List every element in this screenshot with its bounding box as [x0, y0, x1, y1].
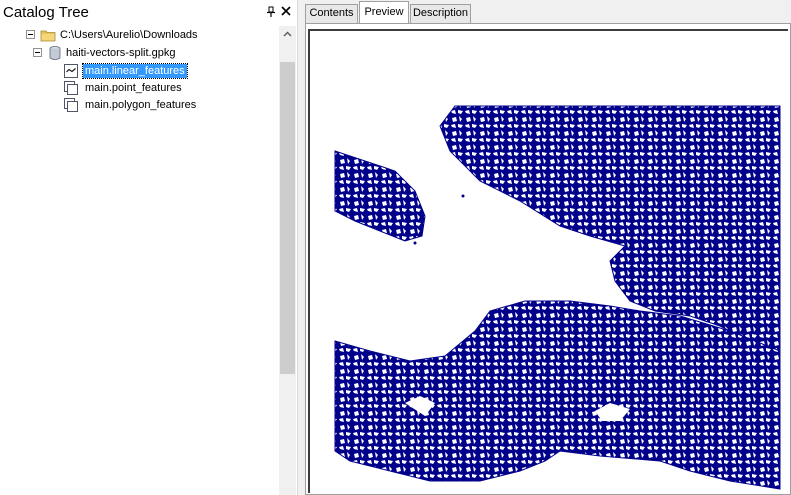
line-feature-class-icon [64, 64, 78, 78]
tree-item-label: main.point_features [85, 82, 182, 94]
feature-class-icon [64, 81, 78, 95]
pin-icon[interactable] [266, 6, 276, 18]
catalog-tree-title: Catalog Tree [3, 4, 89, 21]
collapse-toggle-icon[interactable] [33, 48, 42, 57]
feature-class-icon [64, 98, 78, 112]
map-preview[interactable] [308, 29, 788, 493]
map-islet [413, 241, 417, 245]
preview-panel [305, 23, 791, 495]
map-features-layer [334, 105, 781, 490]
catalog-tree-pane: Catalog Tree C:\Users\Aurelio\Downloads … [0, 0, 297, 495]
tree-item-linear-features[interactable]: main.linear_features [0, 63, 270, 79]
tree-item-geopackage[interactable]: haiti-vectors-split.gpkg [0, 45, 270, 61]
tab-description[interactable]: Description [410, 4, 471, 23]
tree-item-point-features[interactable]: main.point_features [0, 80, 270, 96]
scrollbar-thumb[interactable] [280, 62, 295, 374]
catalog-tree: C:\Users\Aurelio\Downloads haiti-vectors… [0, 26, 279, 495]
view-tab-strip: Contents Preview Description [305, 0, 791, 24]
collapse-toggle-icon[interactable] [26, 30, 35, 39]
map-landmass-west [334, 150, 426, 242]
tree-item-label: C:\Users\Aurelio\Downloads [60, 29, 198, 41]
pane-splitter[interactable] [297, 0, 305, 495]
tab-preview[interactable]: Preview [359, 1, 409, 24]
folder-icon [40, 30, 56, 42]
tree-item-label: haiti-vectors-split.gpkg [66, 47, 176, 59]
tree-item-polygon-features[interactable]: main.polygon_features [0, 97, 270, 113]
scroll-up-arrow-icon[interactable] [279, 26, 296, 43]
catalog-view-pane: Contents Preview Description [305, 0, 791, 495]
close-icon[interactable] [281, 6, 291, 16]
map-landmass-south [334, 300, 781, 490]
tree-item-label: main.linear_features [82, 63, 188, 79]
tab-contents[interactable]: Contents [305, 4, 358, 23]
tree-item-label: main.polygon_features [85, 99, 197, 111]
tree-item-downloads-folder[interactable]: C:\Users\Aurelio\Downloads [0, 27, 270, 43]
tree-vertical-scrollbar[interactable] [279, 26, 296, 495]
map-islet [461, 194, 465, 198]
geopackage-icon [49, 46, 61, 60]
